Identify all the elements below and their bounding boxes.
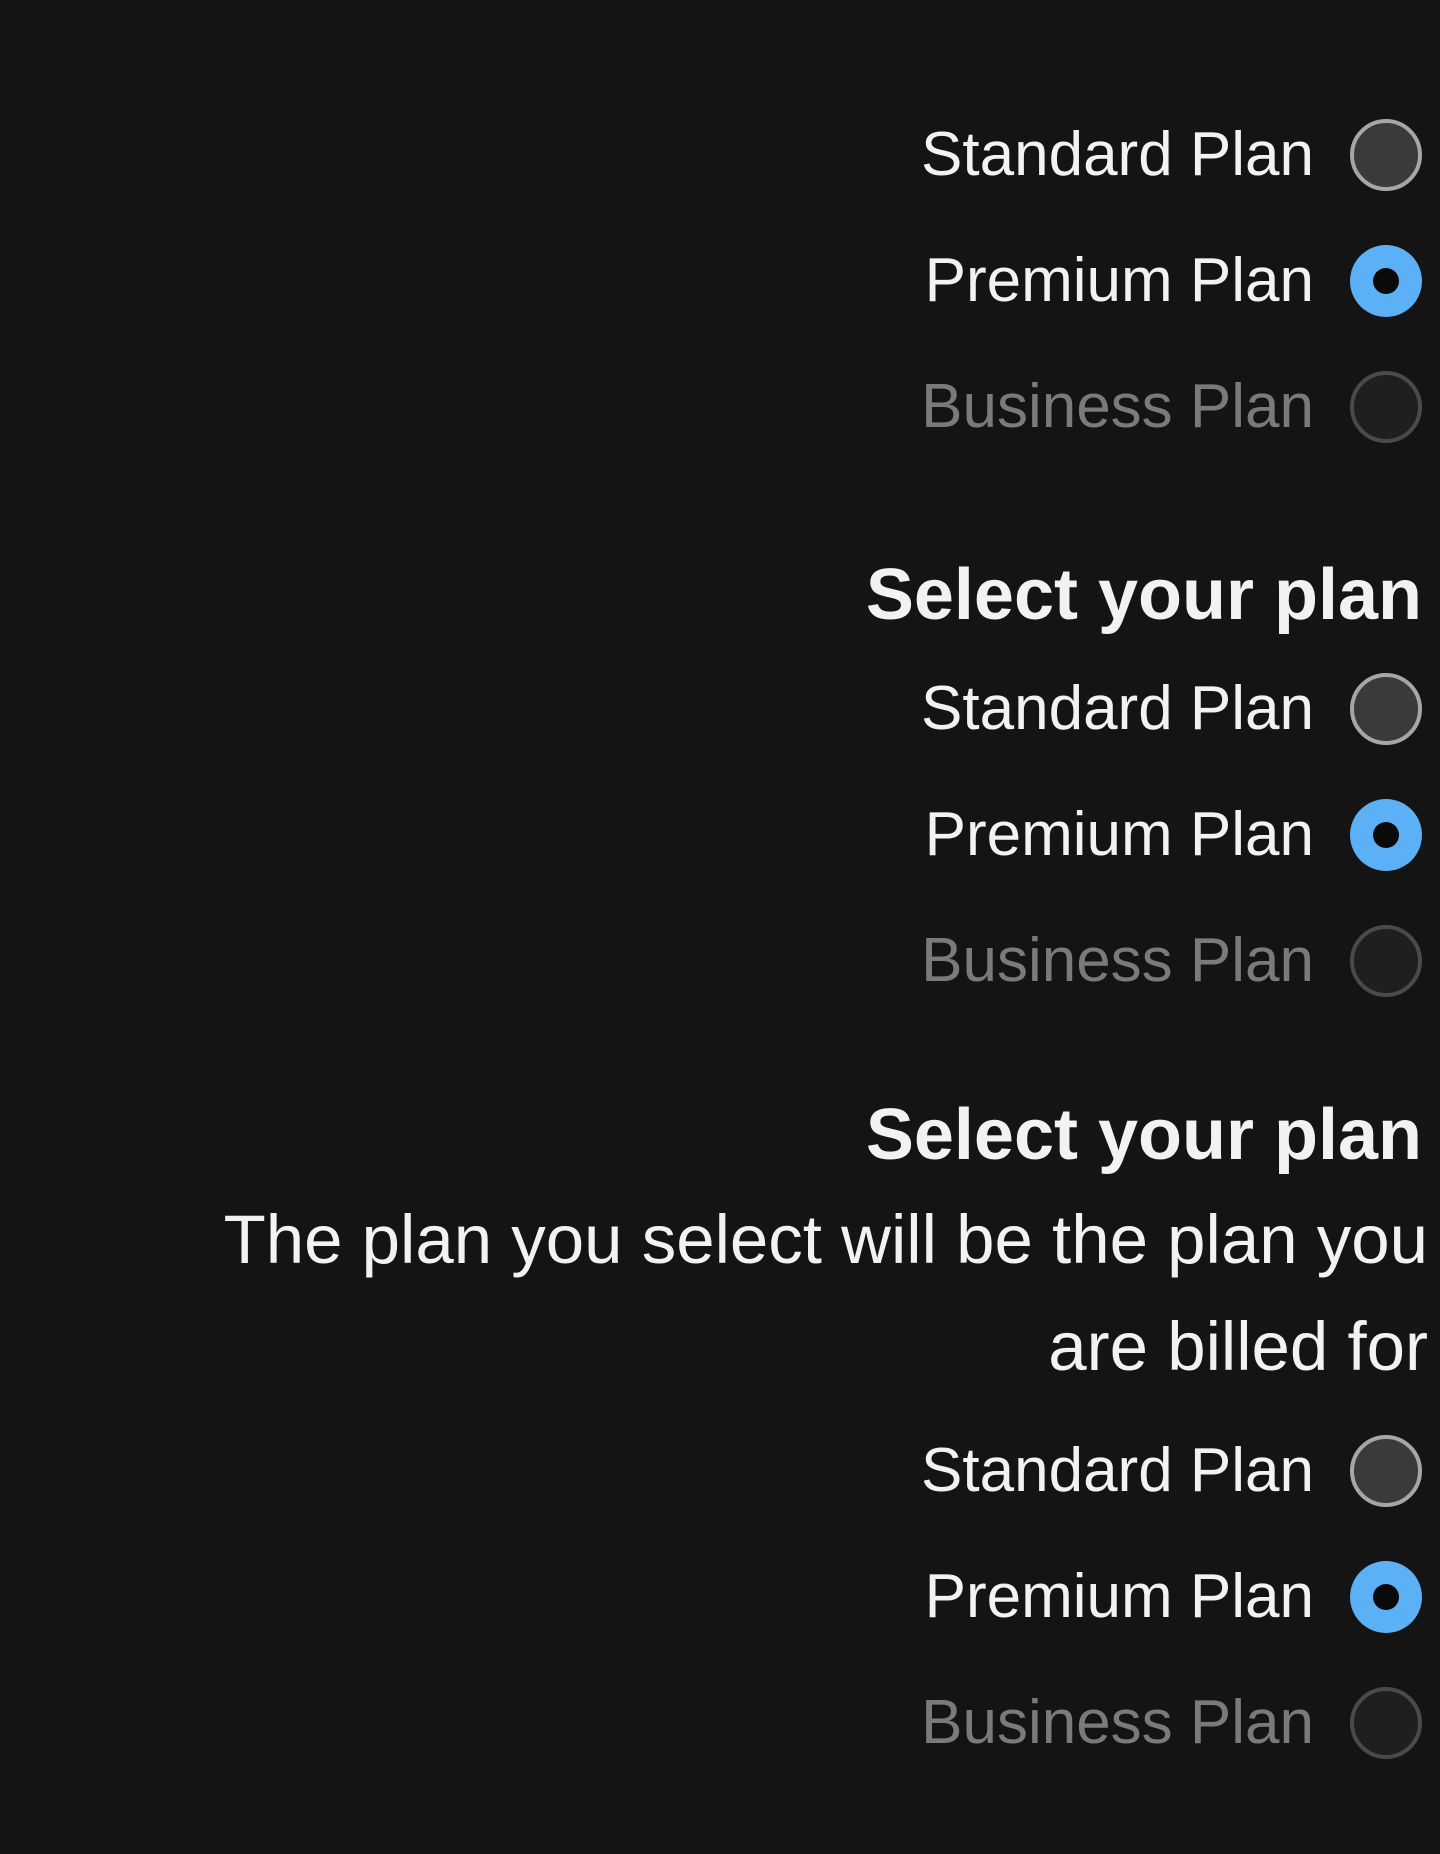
radio-label: Premium Plan (924, 246, 1314, 315)
radio-option-standard[interactable]: Standard Plan (921, 1408, 1422, 1534)
radio-checked-icon[interactable] (1350, 799, 1422, 871)
radio-dot-icon (1373, 268, 1399, 294)
radio-option-premium[interactable]: Premium Plan (925, 772, 1422, 898)
radio-disabled-icon (1350, 1687, 1422, 1759)
radio-dot-icon (1373, 1584, 1399, 1610)
radio-label: Premium Plan (924, 1562, 1314, 1631)
group-title: Select your plan (865, 1095, 1422, 1175)
radio-option-standard[interactable]: Standard Plan (921, 92, 1422, 218)
radio-option-business: Business Plan (921, 344, 1422, 470)
group-description: The plan you select will be the plan you… (223, 1201, 1428, 1385)
radio-unchecked-icon[interactable] (1350, 1435, 1422, 1507)
plan-radio-group-with-description: Select your plan The plan you select wil… (128, 1095, 1428, 1786)
radio-label: Standard Plan (921, 120, 1314, 189)
radio-option-business: Business Plan (921, 1660, 1422, 1786)
radio-option-standard[interactable]: Standard Plan (921, 646, 1422, 772)
radio-option-premium[interactable]: Premium Plan (925, 218, 1422, 344)
radio-option-premium[interactable]: Premium Plan (925, 1534, 1422, 1660)
plan-radio-group-with-title: Select your plan Standard Plan Premium P… (866, 556, 1422, 1024)
radio-label: Business Plan (921, 926, 1314, 995)
radio-checked-icon[interactable] (1350, 1561, 1422, 1633)
radio-label: Standard Plan (921, 674, 1314, 743)
radio-label: Standard Plan (921, 1436, 1314, 1505)
radio-label: Business Plan (921, 1688, 1314, 1757)
radio-dot-icon (1373, 822, 1399, 848)
radio-unchecked-icon[interactable] (1350, 119, 1422, 191)
radio-label: Business Plan (921, 372, 1314, 441)
plan-radio-group: Standard Plan Premium Plan Business Plan (921, 92, 1422, 470)
radio-checked-icon[interactable] (1350, 245, 1422, 317)
radio-disabled-icon (1350, 925, 1422, 997)
radio-option-business: Business Plan (921, 898, 1422, 1024)
radio-disabled-icon (1350, 371, 1422, 443)
radio-unchecked-icon[interactable] (1350, 673, 1422, 745)
radio-label: Premium Plan (924, 800, 1314, 869)
group-title: Select your plan (865, 555, 1422, 635)
